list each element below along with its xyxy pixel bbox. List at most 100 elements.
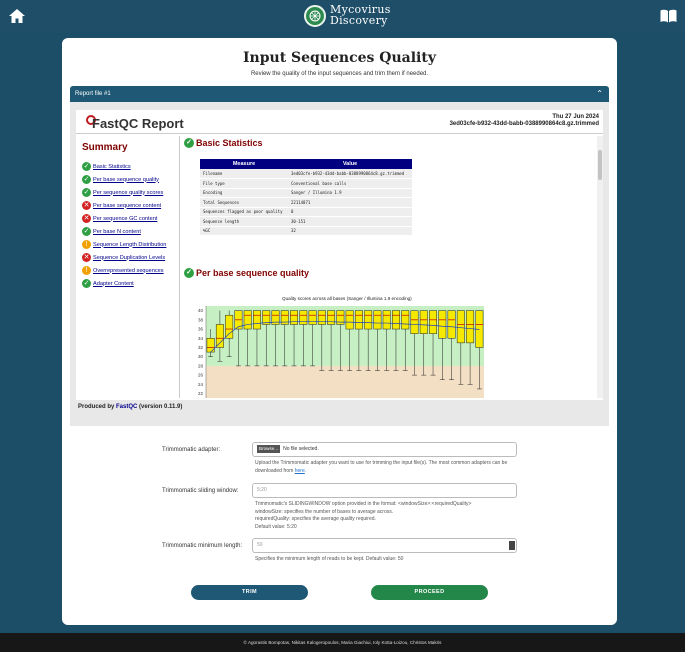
quality-box <box>429 310 437 334</box>
y-tick-label: 24 <box>198 382 204 387</box>
y-tick-label: 40 <box>198 308 204 313</box>
value-cell: 22114871 <box>288 197 412 208</box>
fail-icon: ✕ <box>82 253 91 262</box>
measure-cell: Sequence length <box>200 216 289 227</box>
value-cell: 3ed03cfe-b932-43dd-babb-0388990864c8.gz.… <box>288 169 412 179</box>
adapter-download-link[interactable]: here <box>295 468 305 474</box>
quality-box <box>345 310 354 330</box>
module-item[interactable]: ✓ Per sequence quality scores <box>82 186 180 199</box>
measure-cell: Encoding <box>200 188 289 198</box>
module-link[interactable]: Overrepresented sequences <box>93 268 164 274</box>
report-header-label: Report file #1 <box>75 91 111 97</box>
home-icon[interactable] <box>8 8 26 24</box>
proceed-button[interactable]: PROCEED <box>371 585 488 600</box>
produced-version: (version 0.11.9) <box>139 404 183 410</box>
chevron-up-icon[interactable]: ⌃ <box>596 86 603 102</box>
min-length-label: Trimmomatic minimum length: <box>162 543 243 549</box>
module-item[interactable]: ✓ Per base N content <box>82 225 180 238</box>
app-title: Mycovirus Discovery <box>330 4 391 26</box>
module-link[interactable]: Per base sequence quality <box>93 177 159 183</box>
pass-icon: ✓ <box>82 175 91 184</box>
fastqc-header: FastQC Report Thu 27 Jun 2024 3ed03cfe-b… <box>76 110 603 134</box>
y-tick-label: 30 <box>198 354 204 359</box>
sliding-window-label: Trimmomatic sliding window: <box>162 488 239 494</box>
window-help-line2: windowSize: specifies the number of base… <box>255 508 394 515</box>
scrollbar-thumb[interactable] <box>598 150 602 180</box>
module-item[interactable]: ✓ Adapter Content <box>82 277 180 290</box>
fastqc-report-frame[interactable]: FastQC Report Thu 27 Jun 2024 3ed03cfe-b… <box>76 110 603 400</box>
quality-box <box>466 310 475 344</box>
fastqc-content: ✓ Basic Statistics Measure Value Filenam… <box>182 136 597 398</box>
y-tick-label: 36 <box>198 327 204 332</box>
summary-heading: Summary <box>82 142 128 153</box>
col-value: Value <box>288 159 412 169</box>
module-link[interactable]: Basic Statistics <box>93 164 131 170</box>
table-row: Sequence length 30-151 <box>200 216 412 227</box>
window-help-line4: Default value: 5:20 <box>255 523 297 530</box>
value-cell: 0 <box>288 207 412 217</box>
table-row: File type Conventional base calls <box>200 178 412 189</box>
module-item[interactable]: ! Sequence Length Distribution <box>82 238 180 251</box>
window-help-line1: Trimmomatic's SLIDINGWINDOW option provi… <box>255 501 472 507</box>
module-link[interactable]: Per base N content <box>93 229 141 235</box>
quality-box <box>290 310 298 325</box>
quality-box <box>456 310 465 344</box>
quality-box <box>447 310 456 339</box>
pass-icon: ✓ <box>184 268 194 278</box>
report-accordion-header[interactable]: Report file #1 ⌃ <box>70 86 609 102</box>
book-icon[interactable] <box>660 9 677 23</box>
module-item[interactable]: ✕ Per base sequence content <box>82 199 180 212</box>
fastqc-date-block: Thu 27 Jun 2024 3ed03cfe-b932-43dd-babb-… <box>450 114 599 128</box>
module-link[interactable]: Per sequence quality scores <box>93 190 163 196</box>
value-cell: 32 <box>288 226 412 236</box>
fastqc-link[interactable]: FastQC <box>116 404 137 410</box>
no-file-text: No file selected. <box>283 446 319 452</box>
table-row: Sequences flagged as poor quality 0 <box>200 207 412 217</box>
module-item[interactable]: ✓ Per base sequence quality <box>82 173 180 186</box>
fail-icon: ✕ <box>82 214 91 223</box>
min-length-input[interactable]: 50 <box>252 538 517 553</box>
chart-title: Quality scores across all bases (Sanger … <box>282 296 412 301</box>
adapter-file-input[interactable]: Browse... No file selected. <box>252 442 517 457</box>
module-link[interactable]: Per sequence GC content <box>93 216 157 222</box>
report-scrollbar[interactable] <box>597 136 603 398</box>
number-stepper[interactable] <box>509 541 515 550</box>
quality-box <box>299 310 308 325</box>
module-item[interactable]: ! Overrepresented sequences <box>82 264 180 277</box>
module-item[interactable]: ✕ Per sequence GC content <box>82 212 180 225</box>
fail-icon: ✕ <box>82 201 91 210</box>
module-link[interactable]: Sequence Length Distribution <box>93 242 166 248</box>
min-length-value: 50 <box>257 542 263 548</box>
table-row: Filename 3ed03cfe-b932-43dd-babb-03889908… <box>200 169 412 179</box>
pass-icon: ✓ <box>82 162 91 171</box>
quality-boxplot-chart: 403836343230282624222018 <box>198 306 484 398</box>
module-item[interactable]: ✕ Sequence Duplication Levels <box>82 251 180 264</box>
module-link[interactable]: Sequence Duplication Levels <box>93 255 165 261</box>
col-measure: Measure <box>200 159 289 169</box>
browse-button[interactable]: Browse... <box>257 445 281 453</box>
footer: © Agorastis Bompotas, Nikitas Kalogeropo… <box>0 633 685 652</box>
main-card: Input Sequences Quality Review the quali… <box>62 38 617 625</box>
y-tick-label: 22 <box>198 391 204 396</box>
measure-cell: File type <box>200 178 289 189</box>
warn-icon: ! <box>82 240 91 249</box>
fastqc-title: FastQC Report <box>92 116 184 131</box>
module-item[interactable]: ✓ Basic Statistics <box>82 160 180 173</box>
sliding-window-help: Trimmomatic's SLIDINGWINDOW option provi… <box>255 501 517 531</box>
report-panel: FastQC Report Thu 27 Jun 2024 3ed03cfe-b… <box>70 102 609 426</box>
adapter-label: Trimmomatic adapter: <box>162 447 221 453</box>
measure-cell: Sequences flagged as poor quality <box>200 207 289 217</box>
module-link[interactable]: Adapter Content <box>93 281 134 287</box>
sliding-window-input[interactable]: 5:20 <box>252 483 517 498</box>
report-file-id: 3ed03cfe-b932-43dd-babb-0388990864c8.gz.… <box>449 121 599 127</box>
quality-box <box>373 310 382 330</box>
quality-box <box>382 310 391 330</box>
quality-box <box>419 310 428 334</box>
measure-cell: Filename <box>200 169 289 179</box>
value-cell: Conventional base calls <box>288 178 412 189</box>
page-title: Input Sequences Quality <box>243 50 436 66</box>
trim-button[interactable]: TRIM <box>191 585 308 600</box>
pass-icon: ✓ <box>82 188 91 197</box>
quality-box <box>215 324 224 348</box>
module-link[interactable]: Per base sequence content <box>93 203 161 209</box>
